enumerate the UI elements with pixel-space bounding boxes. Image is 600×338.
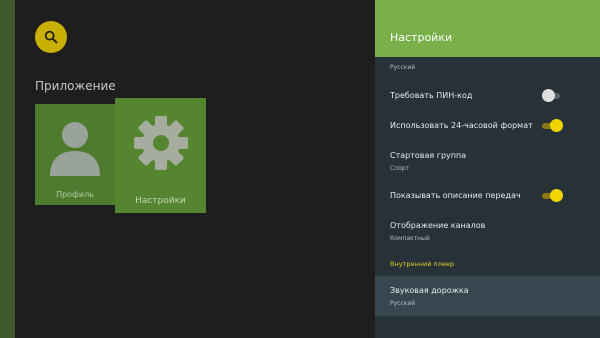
- section-title: Приложение: [35, 79, 116, 93]
- setting-value: Русский: [390, 300, 416, 307]
- setting-start-group[interactable]: Стартовая группа Спорт: [375, 146, 600, 176]
- left-edge-strip: [0, 0, 15, 338]
- setting-title: Стартовая группа: [390, 151, 467, 160]
- setting-value: Компактный: [390, 235, 430, 242]
- setting-title: Звуковая дорожка: [390, 286, 469, 295]
- setting-audio-track[interactable]: Звуковая дорожка Русский: [375, 276, 600, 316]
- panel-title: Настройки: [390, 31, 453, 44]
- language-value: Русский: [390, 64, 416, 71]
- setting-24h-format[interactable]: Использовать 24-часовой формат: [375, 113, 600, 139]
- pin-toggle[interactable]: [542, 89, 562, 103]
- toggle-thumb: [542, 89, 555, 102]
- 24h-toggle[interactable]: [542, 119, 563, 133]
- panel-header: Настройки: [375, 0, 600, 57]
- setting-require-pin[interactable]: Требовать ПИН-код: [375, 83, 600, 109]
- language-value-row[interactable]: Русский: [375, 61, 600, 75]
- setting-title: Требовать ПИН-код: [390, 91, 473, 100]
- gear-icon: [133, 116, 188, 170]
- setting-channel-display[interactable]: Отображение каналов Компактный: [375, 216, 600, 246]
- setting-show-descriptions[interactable]: Показывать описание передач: [375, 183, 600, 209]
- app-card-label: Настройки: [135, 196, 186, 206]
- toggle-thumb: [550, 119, 563, 132]
- app-card-profile[interactable]: Профиль: [35, 104, 115, 205]
- app-card-settings[interactable]: Настройки: [115, 98, 206, 213]
- setting-title: Показывать описание передач: [390, 191, 521, 200]
- category-header: Внутренний плеер: [390, 260, 455, 268]
- settings-panel: Настройки Русский Требовать ПИН-код Испо…: [375, 0, 600, 338]
- setting-title: Отображение каналов: [390, 221, 486, 230]
- setting-title: Использовать 24-часовой формат: [390, 121, 533, 130]
- toggle-thumb: [550, 189, 563, 202]
- setting-value: Спорт: [390, 165, 410, 172]
- descriptions-toggle[interactable]: [542, 189, 563, 203]
- search-button[interactable]: [35, 21, 67, 53]
- app-card-label: Профиль: [56, 190, 94, 199]
- search-icon: [44, 30, 58, 44]
- person-icon: [50, 122, 100, 176]
